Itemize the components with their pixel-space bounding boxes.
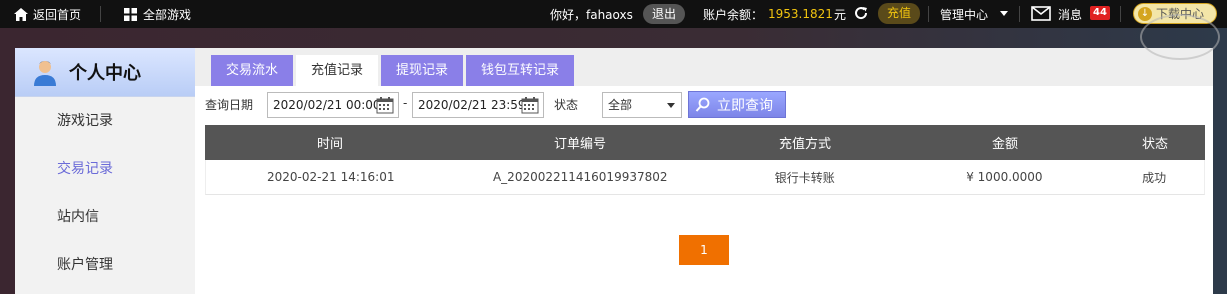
- divider: [100, 6, 101, 22]
- col-header-time: 时间: [316, 137, 343, 152]
- user-avatar-icon: [34, 61, 56, 86]
- col-header-method: 充值方式: [778, 137, 831, 152]
- date-range-dash: -: [403, 96, 408, 110]
- home-label: 返回首页: [33, 7, 82, 22]
- grid-icon: [124, 7, 137, 21]
- col-header-amount: 金额: [991, 137, 1018, 152]
- table-header: 时间 订单编号 充值方式 金额 状态: [205, 125, 1205, 160]
- status-select-value: 全部: [608, 98, 633, 112]
- divider: [928, 6, 929, 22]
- top-bar: 返回首页 全部游戏 你好，fahaoxs 退出 账户余额： 1953.1821 …: [0, 0, 1227, 28]
- all-games-label: 全部游戏: [143, 7, 192, 22]
- sidebar-title: 个人中心: [69, 63, 141, 84]
- messages-count-badge: 44: [1090, 6, 1110, 20]
- end-date-input[interactable]: 2020/02/21 23:59: [412, 92, 544, 118]
- table-row: 2020-02-21 14:16:01 A_202002211416019937…: [205, 160, 1205, 195]
- watermark-seal: [1140, 14, 1220, 60]
- sidebar-item-inbox[interactable]: 站内信: [15, 193, 195, 241]
- search-icon: [695, 97, 711, 113]
- status-select[interactable]: 全部: [602, 92, 682, 118]
- start-date-input[interactable]: 2020/02/21 00:00: [267, 92, 399, 118]
- cell-status: 成功: [1142, 170, 1167, 185]
- search-button[interactable]: 立即查询: [688, 91, 786, 118]
- tab-withdraw-records[interactable]: 提现记录: [381, 55, 463, 86]
- col-header-status: 状态: [1141, 137, 1168, 152]
- tab-wallet-transfer-records[interactable]: 钱包互转记录: [466, 55, 574, 86]
- tab-bar: 交易流水 充值记录 提现记录 钱包互转记录: [195, 48, 1213, 86]
- chevron-down-icon[interactable]: [1000, 11, 1008, 16]
- recharge-records-table: 时间 订单编号 充值方式 金额 状态 2020-02-21 14:16:01 A…: [205, 125, 1205, 195]
- tab-transaction-flow[interactable]: 交易流水: [211, 55, 293, 86]
- sidebar-item-game-records[interactable]: 游戏记录: [15, 97, 195, 145]
- end-date-value: 2020/02/21 23:59: [418, 98, 526, 112]
- download-icon: ↓: [1138, 6, 1152, 21]
- logout-button[interactable]: 退出: [643, 4, 686, 24]
- cell-time: 2020-02-21 14:16:01: [267, 170, 395, 184]
- divider: [1120, 6, 1121, 22]
- cell-order-id: A_202002211416019937802: [492, 170, 668, 184]
- calendar-icon[interactable]: [521, 97, 539, 114]
- chevron-down-icon: [667, 103, 675, 108]
- search-button-label: 立即查询: [717, 97, 773, 114]
- manage-center-menu[interactable]: 管理中心: [940, 0, 988, 28]
- greeting: 你好，fahaoxs: [550, 7, 633, 22]
- balance-label: 账户余额：: [703, 7, 764, 22]
- balance-unit: 元: [834, 7, 847, 22]
- tab-recharge-records[interactable]: 充值记录: [296, 55, 378, 86]
- sidebar-item-transaction-records[interactable]: 交易记录: [15, 145, 195, 193]
- date-label: 查询日期: [205, 98, 254, 112]
- page-button-current[interactable]: 1: [679, 235, 729, 265]
- balance-value: 1953.1821: [768, 7, 833, 21]
- recharge-button[interactable]: 充值: [878, 3, 921, 24]
- filter-bar: 查询日期 2020/02/21 00:00 - 2020/02/21 23:59…: [195, 90, 1213, 120]
- refresh-icon[interactable]: [853, 5, 869, 21]
- messages-link[interactable]: 消息: [1058, 0, 1082, 28]
- calendar-icon[interactable]: [376, 97, 394, 114]
- divider: [1019, 6, 1020, 22]
- sidebar-item-account-management[interactable]: 账户管理: [15, 241, 195, 289]
- cell-method: 银行卡转账: [774, 170, 835, 185]
- all-games-link[interactable]: 全部游戏: [124, 0, 191, 28]
- main-panel: 交易流水 充值记录 提现记录 钱包互转记录 查询日期 2020/02/21 00…: [195, 48, 1213, 294]
- mail-icon[interactable]: [1031, 6, 1051, 21]
- status-label: 状态: [554, 98, 579, 112]
- col-header-order-id: 订单编号: [553, 137, 606, 152]
- home-link[interactable]: 返回首页: [14, 0, 81, 28]
- sidebar-header: 个人中心: [15, 48, 195, 97]
- home-icon: [14, 7, 28, 21]
- start-date-value: 2020/02/21 00:00: [273, 98, 381, 112]
- cell-amount: ¥ 1000.0000: [966, 170, 1043, 184]
- sidebar: 个人中心 游戏记录 交易记录 站内信 账户管理: [15, 48, 195, 294]
